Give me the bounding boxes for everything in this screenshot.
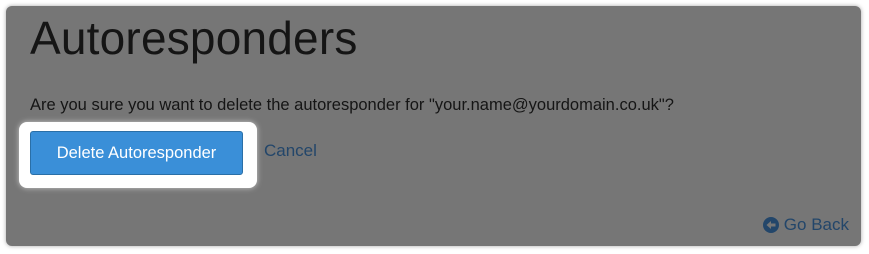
button-highlight: Delete Autoresponder [19,122,257,188]
go-back-link[interactable]: Go Back [762,214,849,236]
go-back-label: Go Back [783,215,849,234]
delete-confirmation-message: Are you sure you want to delete the auto… [30,96,674,114]
arrow-circle-left-icon [762,216,780,234]
delete-autoresponder-button[interactable]: Delete Autoresponder [30,131,243,175]
page-title: Autoresponders [30,12,358,64]
autoresponder-delete-panel: Autoresponders Are you sure you want to … [6,6,861,246]
cancel-link[interactable]: Cancel [264,140,317,162]
